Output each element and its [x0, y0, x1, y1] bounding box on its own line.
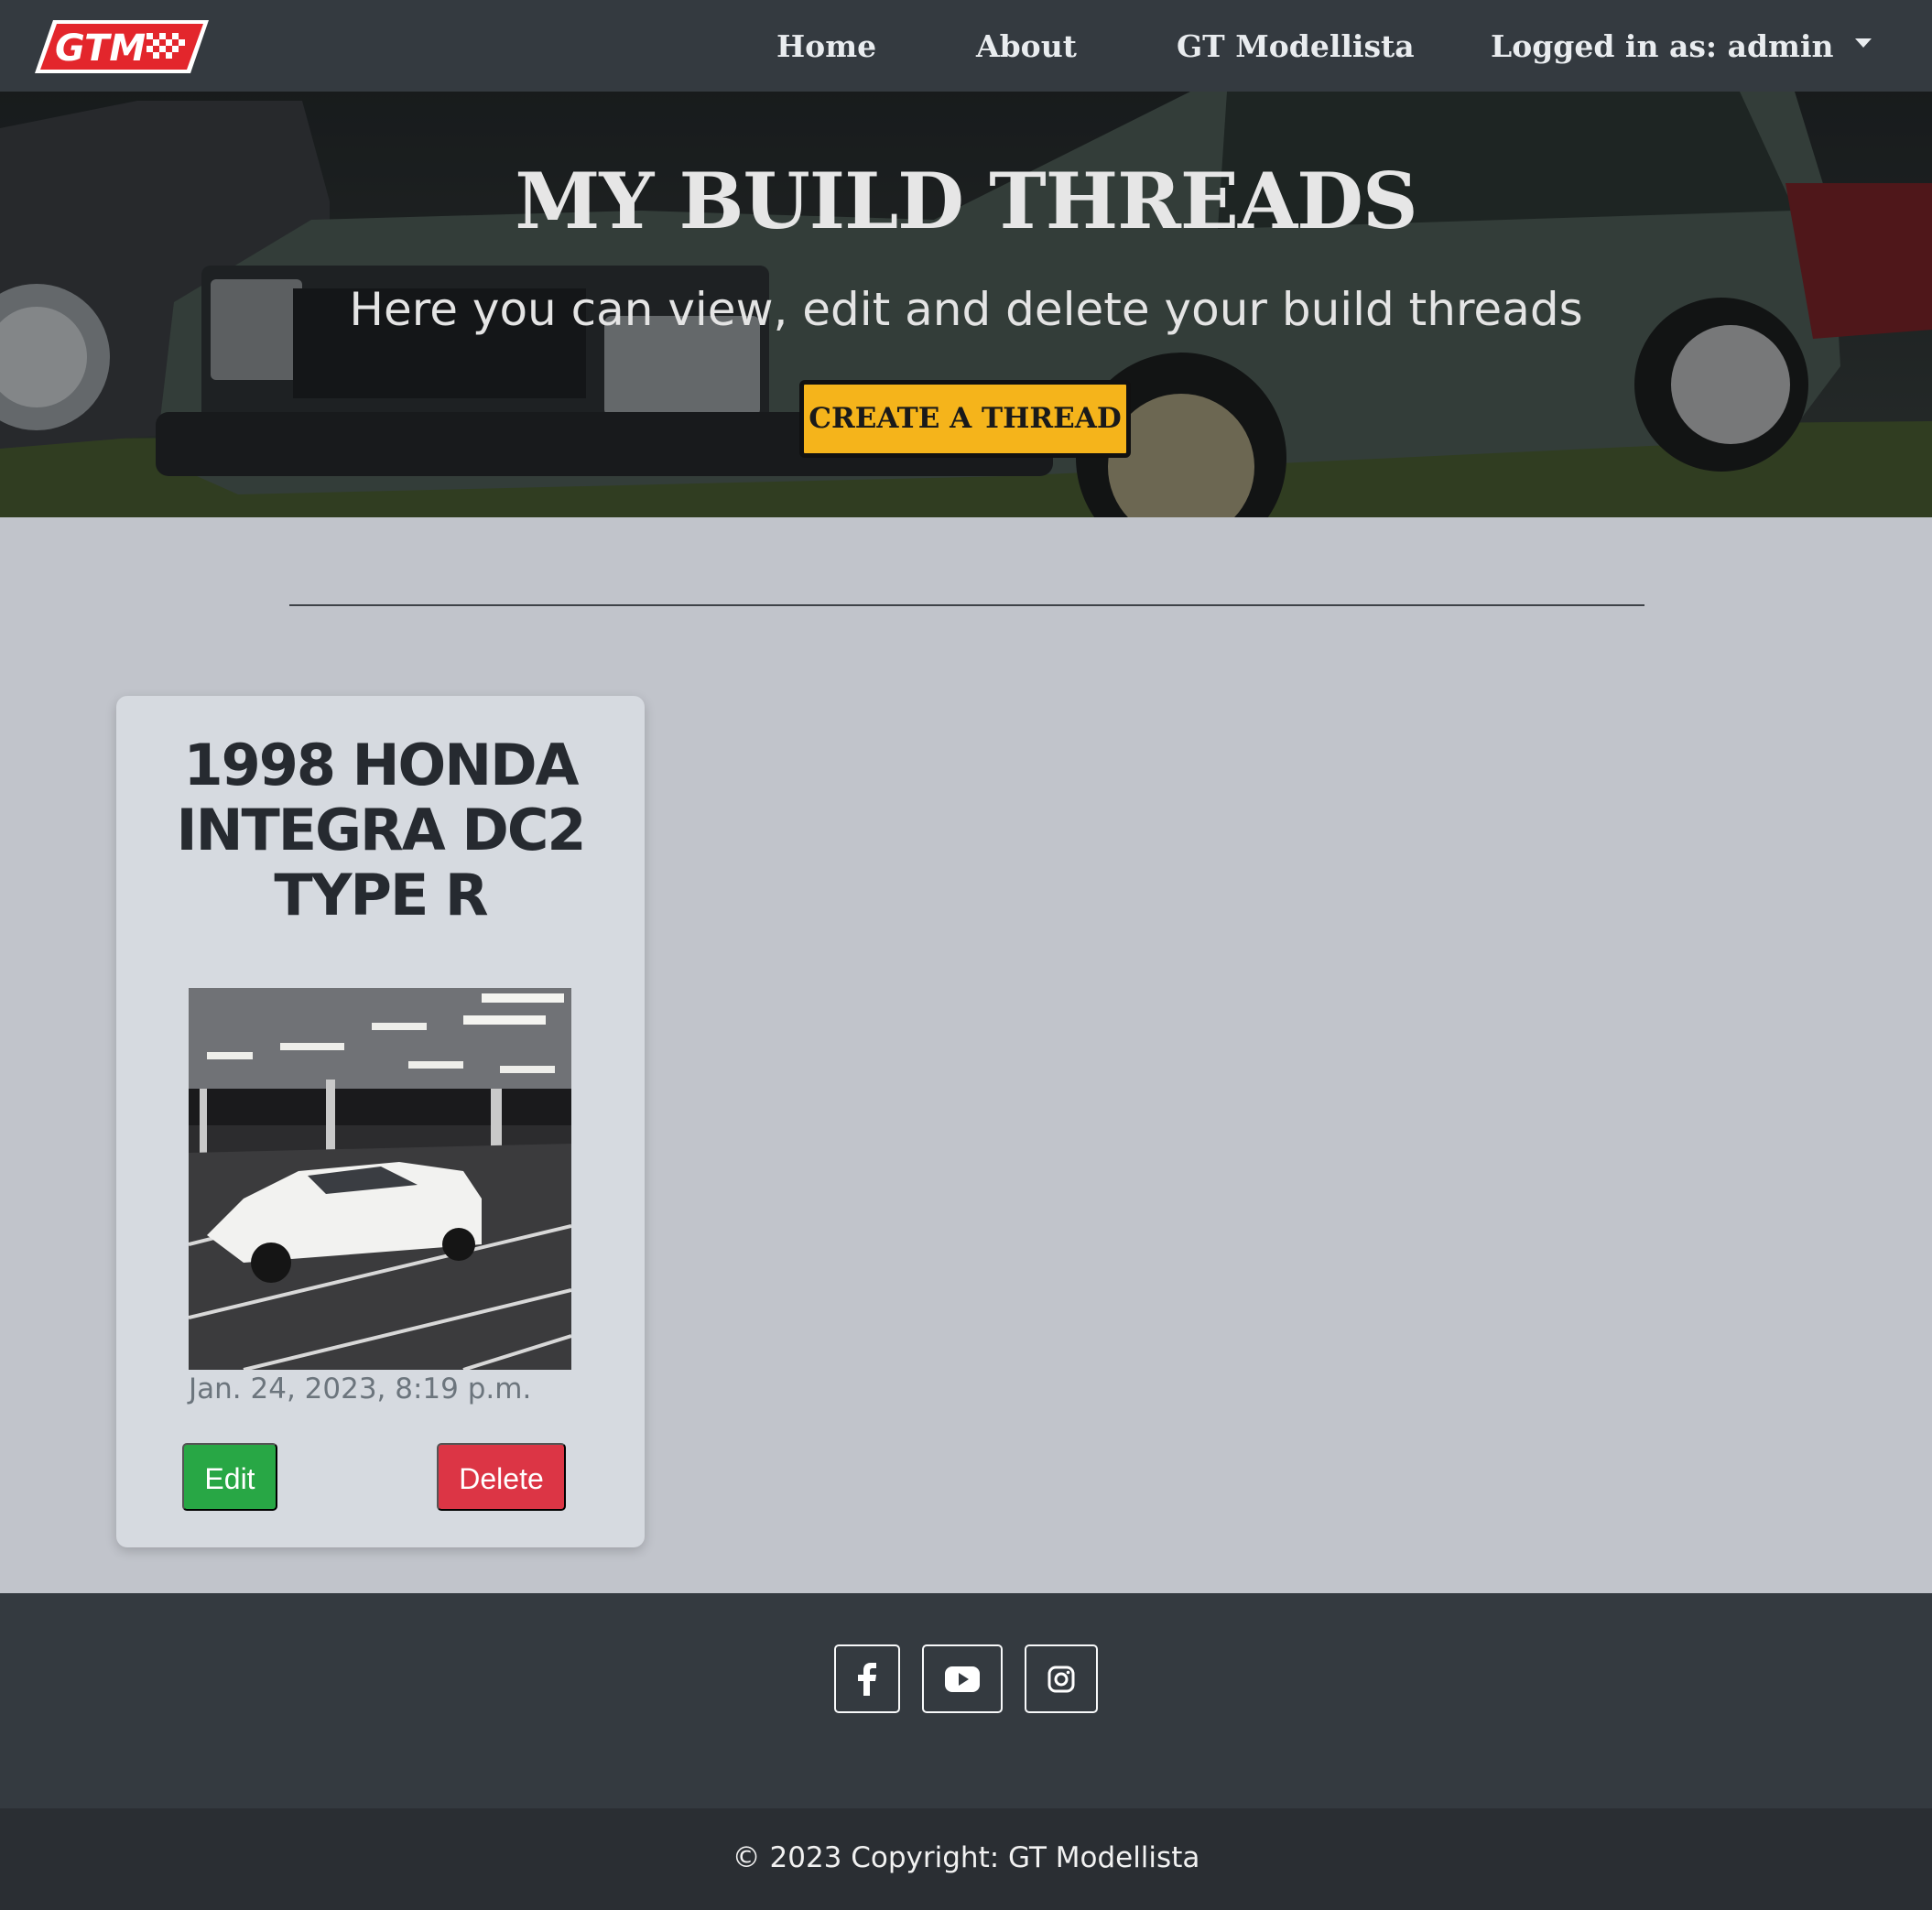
navbar: GTM Home About GT Modellista Logged in a…: [0, 0, 1932, 92]
edit-thread-button[interactable]: Edit: [182, 1443, 277, 1511]
thread-image[interactable]: [189, 988, 571, 1370]
instagram-icon[interactable]: [1025, 1644, 1098, 1713]
footer-copyright-bar: © 2023 Copyright: GT Modellista: [0, 1808, 1932, 1910]
logo-text: GTM: [55, 27, 146, 70]
page-title: MY BUILD THREADS: [515, 156, 1417, 246]
nav-home-link[interactable]: Home: [776, 26, 876, 68]
section-divider: [289, 604, 1644, 606]
copyright-text: © 2023 Copyright: GT Modellista: [732, 1841, 1200, 1874]
nav-about-link[interactable]: About: [976, 26, 1077, 68]
page-subtitle: Here you can view, edit and delete your …: [349, 283, 1583, 336]
thread-title: 1998 HONDA INTEGRA DC2 TYPE R: [176, 732, 587, 928]
caret-down-icon[interactable]: [1855, 38, 1872, 48]
footer: [0, 1593, 1932, 1808]
nav-gt-modellista-link[interactable]: GT Modellista: [1177, 26, 1415, 68]
hero-banner: MY BUILD THREADS Here you can view, edit…: [0, 92, 1932, 517]
create-thread-button[interactable]: CREATE A THREAD: [799, 380, 1131, 458]
nav-user-dropdown[interactable]: Logged in as: admin: [1491, 26, 1833, 68]
facebook-icon[interactable]: [834, 1644, 900, 1713]
gtm-logo[interactable]: GTM: [33, 18, 211, 75]
thread-date: Jan. 24, 2023, 8:19 p.m.: [189, 1373, 532, 1405]
youtube-icon[interactable]: [922, 1644, 1003, 1713]
delete-thread-button[interactable]: Delete: [437, 1443, 566, 1511]
thread-card: 1998 HONDA INTEGRA DC2 TYPE R Jan. 24, 2…: [116, 696, 645, 1547]
